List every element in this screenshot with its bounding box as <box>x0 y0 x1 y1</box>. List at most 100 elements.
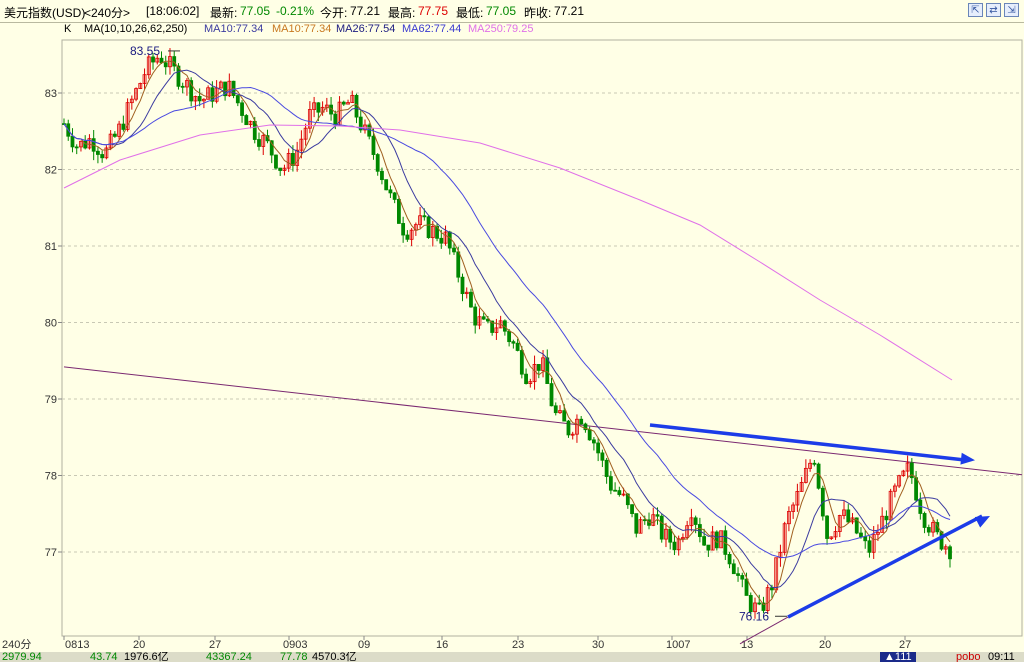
candle-body <box>469 291 473 308</box>
triangle-trendlines <box>649 423 990 619</box>
up-candle <box>79 140 83 152</box>
down-candle <box>112 131 117 138</box>
candle-body <box>197 96 202 102</box>
price-chart[interactable]: 83 82 81 80 79 78 77 240分 0813 20 27 0903 09 16 23 30 1… <box>0 0 1024 662</box>
x-tick-label: 20 <box>819 639 831 651</box>
down-candle <box>922 511 927 534</box>
candle-body <box>100 154 105 159</box>
down-candle <box>549 377 554 407</box>
candle-body <box>401 223 406 236</box>
down-candle <box>545 349 550 384</box>
candle-body <box>812 462 817 465</box>
candle-body <box>536 364 541 371</box>
down-candle <box>274 154 278 170</box>
candle-body <box>706 544 711 551</box>
candle-body <box>579 418 584 425</box>
candle-body <box>426 216 431 239</box>
candle-body <box>562 410 567 422</box>
status-v9: 09:11 <box>988 652 1015 662</box>
down-candle <box>740 572 745 588</box>
x-tick-label: 09 <box>358 639 370 651</box>
candle-body <box>634 513 639 534</box>
candle-body <box>948 546 952 560</box>
down-candle <box>172 50 177 72</box>
down-candle <box>846 504 851 524</box>
candle-body <box>740 575 745 580</box>
candles <box>62 48 952 619</box>
trendline-shaft <box>787 514 983 619</box>
down-candle <box>473 303 478 334</box>
candle-body <box>252 120 257 140</box>
y-tick-label: 78 <box>45 471 57 483</box>
up-candle <box>850 513 855 525</box>
bottom-status-bar: 2979.94 43.74 1976.6亿 43367.24 77.78 457… <box>0 652 1024 662</box>
down-candle <box>96 147 100 164</box>
down-candle <box>600 449 605 468</box>
down-candle <box>375 153 380 176</box>
candle-body <box>333 113 338 126</box>
up-candle <box>104 145 109 160</box>
up-candle <box>664 522 668 548</box>
candle-body <box>388 189 393 194</box>
down-candle <box>380 167 384 185</box>
up-candle <box>558 405 562 414</box>
up-candle <box>87 134 92 150</box>
down-candle <box>825 515 829 545</box>
y-tick-label: 79 <box>45 394 57 406</box>
upper-trendline <box>649 423 975 465</box>
up-candle <box>795 483 800 512</box>
up-candle <box>719 530 723 549</box>
down-candle <box>401 216 406 243</box>
candle-body <box>96 150 100 155</box>
down-candle <box>816 462 821 490</box>
y-tick-label: 83 <box>45 88 57 100</box>
down-candle <box>697 517 702 543</box>
down-candle <box>617 486 622 497</box>
candle-body <box>278 167 283 171</box>
down-candle <box>74 144 79 155</box>
up-candle <box>138 82 143 90</box>
down-candle <box>244 113 249 126</box>
down-candle <box>257 132 261 151</box>
down-candle <box>460 273 465 302</box>
candle-body <box>926 527 931 533</box>
candle-body <box>456 251 461 278</box>
candle-body <box>693 517 698 525</box>
candle-body <box>859 532 863 538</box>
down-candle <box>714 530 719 551</box>
x-tick-label: 16 <box>436 639 448 651</box>
candle-body <box>392 192 397 200</box>
candle-body <box>519 350 524 375</box>
y-tick-label: 82 <box>45 165 57 177</box>
candle-body <box>672 541 677 551</box>
candle-body <box>384 179 389 191</box>
down-candle <box>70 128 75 153</box>
up-candle <box>829 536 834 541</box>
down-candle <box>392 191 397 204</box>
down-candle <box>948 544 952 568</box>
up-candle <box>689 508 694 532</box>
candle-body <box>731 563 736 575</box>
candle-body <box>244 115 249 126</box>
status-v5: 77.78 <box>280 652 308 662</box>
up-candle <box>134 87 138 102</box>
up-candle <box>185 78 189 96</box>
up-candle <box>532 355 537 390</box>
down-candle <box>100 150 105 163</box>
candle-body <box>70 135 75 148</box>
candle-body <box>341 101 346 105</box>
candle-body <box>371 135 376 155</box>
candle-body <box>121 123 126 130</box>
candle-body <box>507 330 512 343</box>
trendline-arrowhead <box>974 516 990 528</box>
up-candle <box>303 123 308 146</box>
up-candle <box>803 459 808 484</box>
candle-body <box>596 442 601 454</box>
down-candle <box>867 534 872 558</box>
y-tick-label: 80 <box>45 318 57 330</box>
up-candle <box>312 96 317 118</box>
down-candle <box>341 100 346 106</box>
up-candle <box>477 308 482 330</box>
down-candle <box>706 544 711 557</box>
y-tick-label: 81 <box>45 241 57 253</box>
